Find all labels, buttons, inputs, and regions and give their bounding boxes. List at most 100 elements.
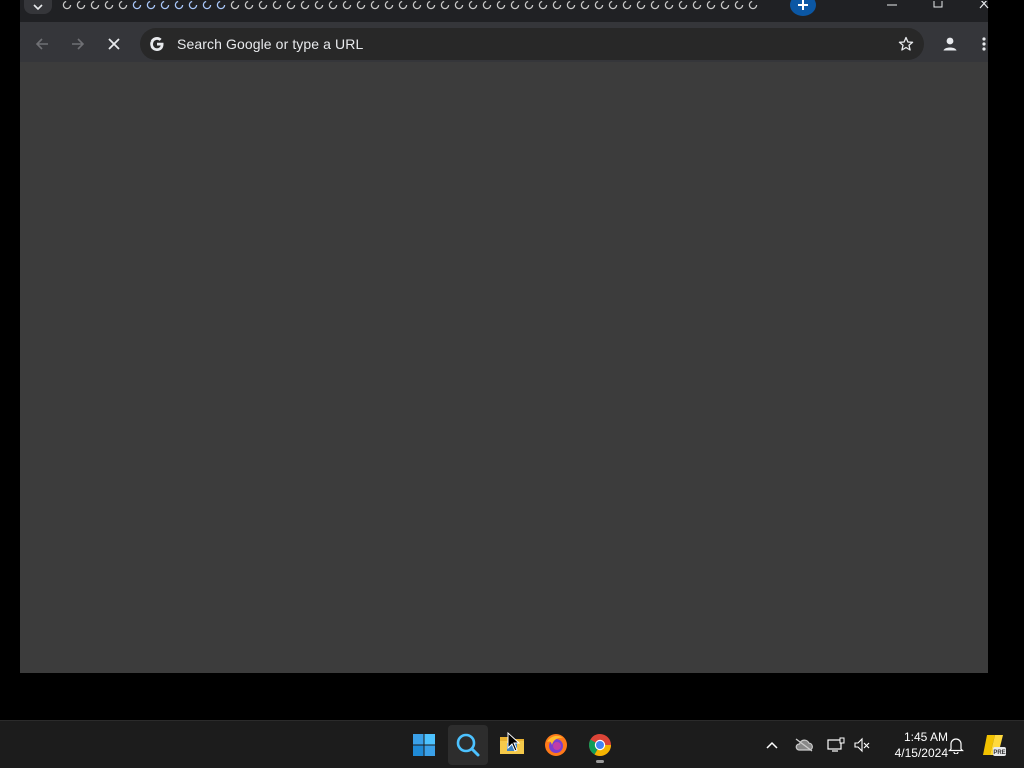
onedrive-tray-button[interactable]	[792, 733, 816, 757]
browser-tab[interactable]	[116, 0, 130, 10]
browser-tab[interactable]	[564, 0, 578, 10]
loading-spinner-icon	[188, 0, 198, 10]
loading-spinner-icon	[174, 0, 184, 10]
chevron-down-icon	[33, 4, 43, 11]
loading-spinner-icon	[720, 0, 730, 10]
browser-tab[interactable]	[620, 0, 634, 10]
loading-spinner-icon	[160, 0, 170, 10]
browser-tab[interactable]	[452, 0, 466, 10]
browser-tab[interactable]	[88, 0, 102, 10]
browser-tab[interactable]	[102, 0, 116, 10]
browser-tab[interactable]	[606, 0, 620, 10]
browser-tab[interactable]	[718, 0, 732, 10]
minimize-button[interactable]	[882, 0, 902, 10]
chrome-icon	[589, 734, 611, 756]
browser-tab[interactable]	[270, 0, 284, 10]
browser-tab[interactable]	[480, 0, 494, 10]
forward-button[interactable]	[64, 30, 92, 58]
browser-tab[interactable]	[676, 0, 690, 10]
bookmark-star-button[interactable]	[894, 32, 918, 56]
loading-spinner-icon	[412, 0, 422, 10]
more-vert-icon	[982, 37, 986, 51]
chrome-taskbar-button[interactable]	[580, 725, 620, 765]
start-button[interactable]	[404, 725, 444, 765]
browser-tab[interactable]	[522, 0, 536, 10]
mouse-cursor-icon	[507, 732, 521, 752]
loading-spinner-icon	[734, 0, 744, 10]
bell-icon	[948, 738, 964, 754]
browser-tab[interactable]	[382, 0, 396, 10]
browser-tab[interactable]	[634, 0, 648, 10]
browser-tab[interactable]	[690, 0, 704, 10]
firefox-button[interactable]	[536, 725, 576, 765]
browser-tab[interactable]	[242, 0, 256, 10]
browser-tab[interactable]	[494, 0, 508, 10]
volume-tray-button[interactable]	[850, 733, 874, 757]
browser-tab[interactable]	[60, 0, 74, 10]
windows-logo-icon	[413, 734, 435, 756]
browser-tab[interactable]	[354, 0, 368, 10]
browser-tab[interactable]	[396, 0, 410, 10]
browser-tab[interactable]	[438, 0, 452, 10]
loading-spinner-icon	[468, 0, 478, 10]
loading-spinner-icon	[398, 0, 408, 10]
browser-tab[interactable]	[130, 0, 144, 10]
browser-tab[interactable]	[662, 0, 676, 10]
browser-tab[interactable]	[536, 0, 550, 10]
browser-tab[interactable]	[158, 0, 172, 10]
browser-tab[interactable]	[74, 0, 88, 10]
tab-search-button[interactable]	[24, 0, 52, 14]
profile-button[interactable]	[936, 30, 964, 58]
browser-tab[interactable]	[648, 0, 662, 10]
browser-tab[interactable]	[256, 0, 270, 10]
chrome-menu-button[interactable]	[978, 30, 990, 58]
browser-tab[interactable]	[704, 0, 718, 10]
browser-tab[interactable]	[410, 0, 424, 10]
browser-tab[interactable]	[578, 0, 592, 10]
browser-tab[interactable]	[340, 0, 354, 10]
browser-tab[interactable]	[466, 0, 480, 10]
browser-tab[interactable]	[298, 0, 312, 10]
maximize-button[interactable]	[928, 0, 948, 10]
browser-tab[interactable]	[508, 0, 522, 10]
loading-spinner-icon	[370, 0, 380, 10]
browser-tab[interactable]	[592, 0, 606, 10]
browser-tab[interactable]	[214, 0, 228, 10]
loading-spinner-icon	[202, 0, 212, 10]
notifications-button[interactable]	[944, 733, 968, 757]
browser-tab[interactable]	[186, 0, 200, 10]
browser-tab[interactable]	[172, 0, 186, 10]
browser-tab[interactable]	[228, 0, 242, 10]
omnibox-placeholder: Search Google or type a URL	[177, 36, 364, 52]
back-button[interactable]	[28, 30, 56, 58]
browser-tab[interactable]	[732, 0, 746, 10]
system-clock[interactable]: 1:45 AM 4/15/2024	[876, 729, 948, 761]
browser-tab[interactable]	[368, 0, 382, 10]
taskbar-search-button[interactable]	[448, 725, 488, 765]
loading-spinner-icon	[510, 0, 520, 10]
browser-tab[interactable]	[746, 0, 760, 10]
loading-spinner-icon	[538, 0, 548, 10]
loading-spinner-icon	[216, 0, 226, 10]
browser-tab[interactable]	[144, 0, 158, 10]
new-tab-button[interactable]	[790, 0, 816, 16]
browser-tab[interactable]	[550, 0, 564, 10]
firefox-icon	[545, 734, 567, 756]
page-content[interactable]	[20, 62, 988, 673]
maximize-icon	[933, 1, 943, 8]
loading-spinner-icon	[286, 0, 296, 10]
copilot-button[interactable]: PRE	[980, 731, 1008, 759]
browser-tab[interactable]	[200, 0, 214, 10]
browser-tab[interactable]	[326, 0, 340, 10]
stop-loading-button[interactable]	[100, 30, 128, 58]
browser-tab[interactable]	[284, 0, 298, 10]
browser-tab[interactable]	[312, 0, 326, 10]
loading-spinner-icon	[636, 0, 646, 10]
show-hidden-icons-button[interactable]	[760, 733, 784, 757]
browser-tab[interactable]	[424, 0, 438, 10]
loading-spinner-icon	[650, 0, 660, 10]
omnibox[interactable]: Search Google or type a URL	[140, 28, 924, 60]
cloud-offline-icon	[795, 738, 813, 752]
close-window-button[interactable]	[974, 0, 994, 10]
network-tray-button[interactable]	[824, 733, 848, 757]
